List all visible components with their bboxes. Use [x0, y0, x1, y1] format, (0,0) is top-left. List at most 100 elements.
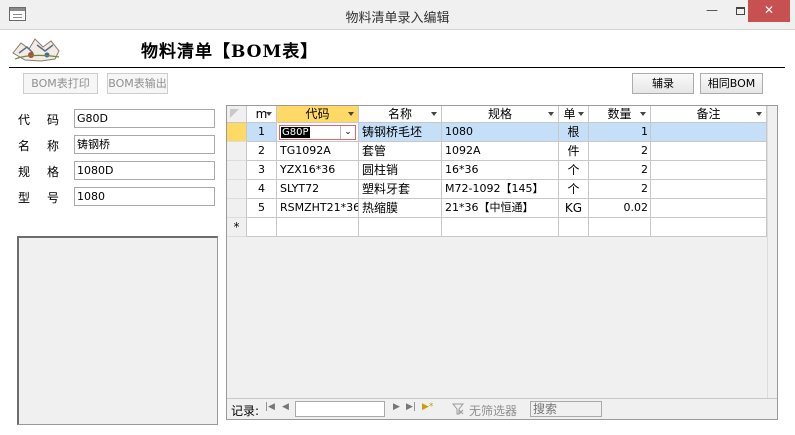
new-record-selector[interactable]: * — [227, 218, 247, 237]
cell-n[interactable]: 3 — [247, 161, 277, 180]
cell-unit[interactable]: 个 — [559, 161, 589, 180]
model-field[interactable]: 1080 — [74, 187, 215, 206]
cell-spec[interactable] — [442, 218, 559, 237]
search-input[interactable] — [530, 401, 602, 417]
record-selector[interactable] — [227, 123, 247, 142]
next-record-icon[interactable]: ▶ — [393, 402, 400, 412]
same-bom-button[interactable]: 相同BOM — [700, 73, 763, 94]
assist-entry-button[interactable]: 辅录 — [632, 73, 694, 94]
column-header-qty[interactable]: 数量 — [589, 106, 651, 123]
cell-unit[interactable]: 件 — [559, 142, 589, 161]
name-field[interactable]: 铸钢桥 — [74, 135, 215, 154]
cell-note[interactable] — [651, 199, 767, 218]
cell-n[interactable]: 2 — [247, 142, 277, 161]
cell-unit[interactable]: 根 — [559, 123, 589, 142]
bom-print-button[interactable]: BOM表打印 — [23, 73, 98, 94]
cell-code[interactable]: G80P ⌄ — [277, 123, 359, 142]
cell-spec[interactable]: 1092A — [442, 142, 559, 161]
cell-qty[interactable]: 2 — [589, 142, 651, 161]
horizontal-scrollbar[interactable] — [607, 403, 773, 417]
column-header-name[interactable]: 名称 — [359, 106, 442, 123]
cell-note[interactable] — [651, 142, 767, 161]
column-menu-icon — [266, 112, 272, 116]
cell-code[interactable]: TG1092A — [277, 142, 359, 161]
record-navigator: 记录: |◀ ◀ ▶ ▶| ▶* 无筛选器 — [227, 398, 777, 419]
column-menu-icon — [640, 112, 646, 116]
field-model-label: 型号 — [18, 191, 77, 205]
cell-n[interactable]: 4 — [247, 180, 277, 199]
filter-icon — [452, 403, 464, 415]
minimize-button[interactable]: — — [698, 0, 726, 22]
code-field[interactable]: G80D — [74, 109, 215, 128]
field-name-label: 名称 — [18, 139, 77, 153]
code-combo-text[interactable]: G80P — [281, 127, 310, 138]
window-title: 物料清单录入编辑 — [345, 11, 450, 26]
cell-n[interactable]: 5 — [247, 199, 277, 218]
no-filter-button[interactable]: 无筛选器 — [469, 402, 517, 419]
datasheet-body: m 代码 名称 规格 单 数量 备注 1 G80P ⌄ 铸钢桥毛坯 1080 根… — [227, 106, 767, 398]
cell-qty[interactable]: 2 — [589, 180, 651, 199]
form-header: 物料清单【BOM表】 — [9, 31, 785, 68]
cell-n[interactable]: 1 — [247, 123, 277, 142]
select-all-corner[interactable] — [227, 106, 247, 123]
close-icon: ✕ — [763, 3, 775, 17]
bom-export-button[interactable]: BOM表输出 — [107, 73, 168, 94]
column-menu-icon — [348, 112, 354, 116]
cell-qty[interactable]: 0.02 — [589, 199, 651, 218]
memo-panel[interactable] — [17, 236, 218, 425]
cell-spec[interactable]: 21*36【中恒通】 — [442, 199, 559, 218]
prev-record-icon[interactable]: ◀ — [282, 402, 289, 412]
cell-name[interactable]: 热缩膜 — [359, 199, 442, 218]
cell-note[interactable] — [651, 161, 767, 180]
cell-name[interactable]: 圆柱销 — [359, 161, 442, 180]
cell-spec[interactable]: M72-1092【145】 — [442, 180, 559, 199]
column-menu-icon — [548, 112, 554, 116]
cell-note[interactable] — [651, 180, 767, 199]
cell-n[interactable] — [247, 218, 277, 237]
cell-code[interactable]: SLYT72 — [277, 180, 359, 199]
cell-name[interactable]: 套管 — [359, 142, 442, 161]
cell-name[interactable]: 铸钢桥毛坯 — [359, 123, 442, 142]
code-combo-editor[interactable]: G80P ⌄ — [279, 125, 356, 140]
spec-field[interactable]: 1080D — [74, 161, 215, 180]
cell-name[interactable] — [359, 218, 442, 237]
cell-name[interactable]: 塑料牙套 — [359, 180, 442, 199]
first-record-icon[interactable]: |◀ — [265, 402, 275, 412]
bom-datasheet: m 代码 名称 规格 单 数量 备注 1 G80P ⌄ 铸钢桥毛坯 1080 根… — [226, 105, 778, 420]
cell-spec[interactable]: 16*36 — [442, 161, 559, 180]
maximize-icon — [735, 6, 745, 15]
cell-spec[interactable]: 1080 — [442, 123, 559, 142]
logo-image — [12, 38, 60, 62]
cell-qty[interactable]: 2 — [589, 161, 651, 180]
cell-qty[interactable]: 1 — [589, 123, 651, 142]
close-button[interactable]: ✕ — [748, 0, 790, 22]
minimize-icon: — — [706, 3, 718, 17]
cell-unit[interactable] — [559, 218, 589, 237]
cell-note[interactable] — [651, 123, 767, 142]
cell-unit[interactable]: 个 — [559, 180, 589, 199]
last-record-icon[interactable]: ▶| — [406, 402, 416, 412]
record-selector[interactable] — [227, 180, 247, 199]
cell-code[interactable]: RSMZHT21*36 — [277, 199, 359, 218]
cell-note[interactable] — [651, 218, 767, 237]
cell-qty[interactable] — [589, 218, 651, 237]
column-menu-icon — [431, 112, 437, 116]
record-selector[interactable] — [227, 161, 247, 180]
column-header-n[interactable]: m — [247, 106, 277, 123]
column-menu-icon — [578, 112, 584, 116]
record-position-input[interactable] — [295, 401, 385, 417]
field-code-label: 代码 — [18, 113, 77, 127]
record-selector[interactable] — [227, 199, 247, 218]
cell-code[interactable] — [277, 218, 359, 237]
record-selector[interactable] — [227, 142, 247, 161]
cell-unit[interactable]: KG — [559, 199, 589, 218]
window-titlebar: 物料清单录入编辑 — ✕ — [0, 0, 795, 30]
chevron-down-icon[interactable]: ⌄ — [340, 126, 355, 139]
column-header-code[interactable]: 代码 — [277, 106, 359, 123]
column-header-note[interactable]: 备注 — [651, 106, 767, 123]
vertical-scrollbar[interactable] — [767, 106, 777, 398]
column-header-spec[interactable]: 规格 — [442, 106, 559, 123]
column-header-unit[interactable]: 单 — [559, 106, 589, 123]
cell-code[interactable]: YZX16*36 — [277, 161, 359, 180]
new-record-icon[interactable]: ▶* — [422, 402, 433, 412]
